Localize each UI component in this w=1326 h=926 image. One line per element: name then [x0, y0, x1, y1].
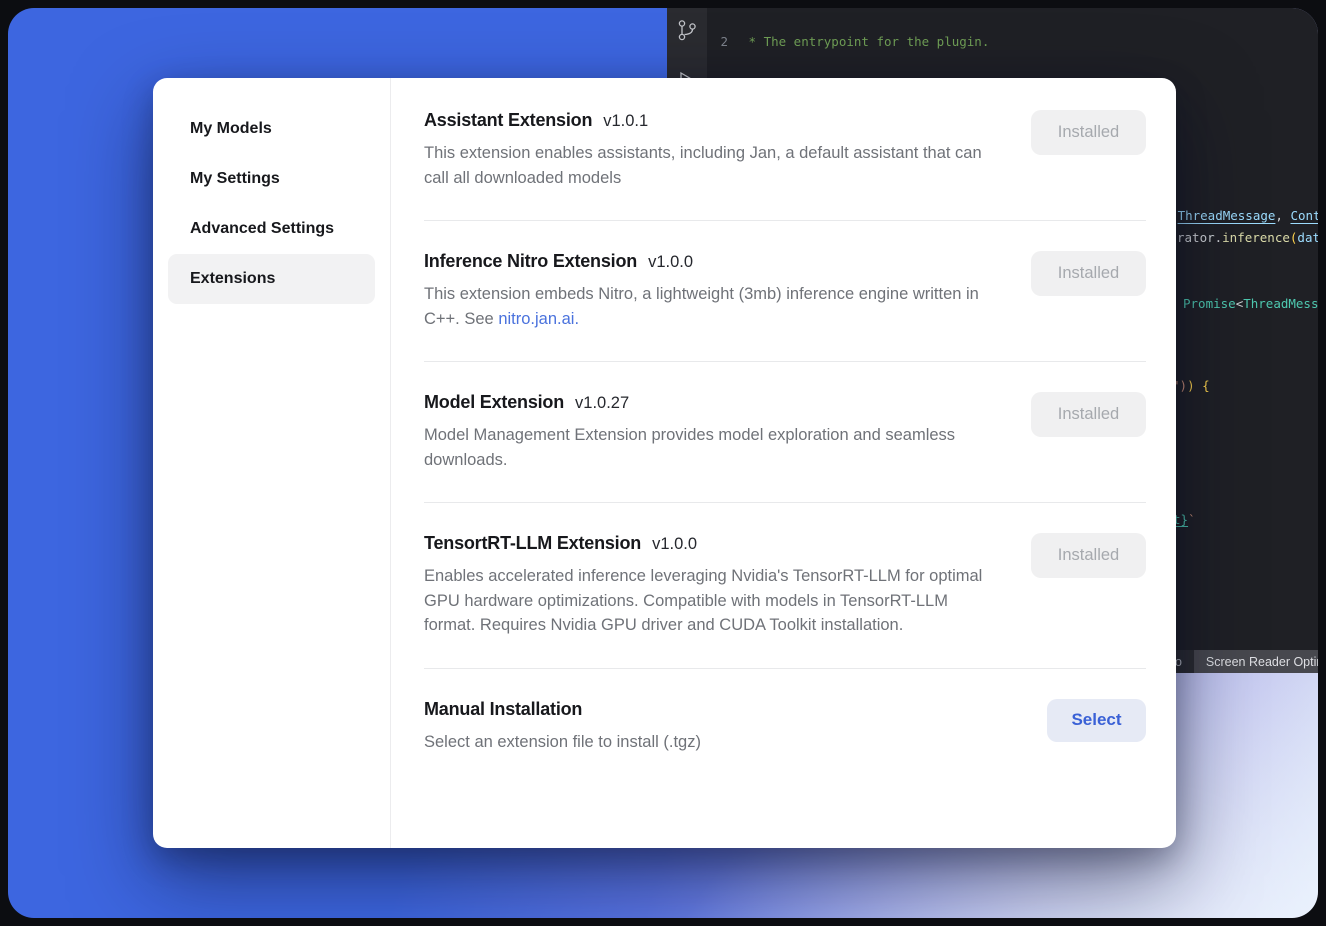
extension-row-manual-install: Manual Installation Select an extension … — [424, 669, 1146, 785]
extension-title: Assistant Extension — [424, 110, 592, 131]
extension-description: This extension enables assistants, inclu… — [424, 141, 1002, 190]
extension-row-nitro: Inference Nitro Extension v1.0.0 This ex… — [424, 221, 1146, 362]
extension-description: Select an extension file to install (.tg… — [424, 730, 701, 755]
line-number: 2 — [707, 35, 741, 50]
installed-button[interactable]: Installed — [1031, 392, 1146, 437]
extension-title-line: Inference Nitro Extension v1.0.0 — [424, 251, 1002, 272]
extension-info: Assistant Extension v1.0.1 This extensio… — [424, 110, 1002, 190]
sidebar-item-advanced-settings[interactable]: Advanced Settings — [168, 204, 375, 254]
extension-row-assistant: Assistant Extension v1.0.1 This extensio… — [424, 78, 1146, 221]
extension-info: Manual Installation Select an extension … — [424, 699, 701, 755]
extension-info: Inference Nitro Extension v1.0.0 This ex… — [424, 251, 1002, 331]
settings-modal: My Models My Settings Advanced Settings … — [153, 78, 1176, 848]
sidebar-item-my-models[interactable]: My Models — [168, 104, 375, 154]
extension-row-model: Model Extension v1.0.27 Model Management… — [424, 362, 1146, 503]
extension-info: TensortRT-LLM Extension v1.0.0 Enables a… — [424, 533, 1002, 638]
code-line: 2 * The entrypoint for the plugin. — [707, 35, 1318, 50]
code-fragment: ")) { — [1172, 378, 1210, 393]
extension-description: Enables accelerated inference leveraging… — [424, 564, 1002, 638]
extension-version: v1.0.0 — [652, 535, 697, 554]
sidebar-item-my-settings[interactable]: My Settings — [168, 154, 375, 204]
extension-title-line: Model Extension v1.0.27 — [424, 392, 1002, 413]
code-fragment: rator.inference(data)); — [1177, 230, 1318, 245]
hero-background: 2 * The entrypoint for the plugin. 3 */ … — [8, 8, 1318, 918]
extension-title-line: TensortRT-LLM Extension v1.0.0 — [424, 533, 1002, 554]
code-text: * The entrypoint for the plugin. — [741, 35, 989, 50]
extension-description: This extension embeds Nitro, a lightweig… — [424, 282, 1002, 331]
code-fragment: Promise<ThreadMessage> — [1183, 296, 1318, 311]
sidebar-item-extensions[interactable]: Extensions — [168, 254, 375, 304]
screen-reader-status-tab: Screen Reader Optimized — [1194, 650, 1318, 673]
extension-info: Model Extension v1.0.27 Model Management… — [424, 392, 1002, 472]
settings-sidebar: My Models My Settings Advanced Settings … — [153, 78, 391, 848]
code-fragment: t}` — [1173, 512, 1196, 527]
extension-title: TensortRT-LLM Extension — [424, 533, 641, 554]
nitro-jan-ai-link[interactable]: nitro.jan.ai. — [498, 310, 579, 328]
extension-version: v1.0.1 — [603, 112, 648, 131]
extension-title: Model Extension — [424, 392, 564, 413]
extension-row-tensorrt: TensortRT-LLM Extension v1.0.0 Enables a… — [424, 503, 1146, 669]
extension-title-line: Manual Installation — [424, 699, 701, 720]
extension-version: v1.0.27 — [575, 394, 629, 413]
extension-title-line: Assistant Extension v1.0.1 — [424, 110, 1002, 131]
extension-description: Model Management Extension provides mode… — [424, 423, 1002, 472]
select-file-button[interactable]: Select — [1047, 699, 1146, 742]
extensions-list: Assistant Extension v1.0.1 This extensio… — [391, 78, 1176, 848]
extension-title: Manual Installation — [424, 699, 582, 720]
extension-title: Inference Nitro Extension — [424, 251, 637, 272]
installed-button[interactable]: Installed — [1031, 110, 1146, 155]
installed-button[interactable]: Installed — [1031, 251, 1146, 296]
installed-button[interactable]: Installed — [1031, 533, 1146, 578]
extension-version: v1.0.0 — [648, 253, 693, 272]
source-control-icon — [675, 18, 699, 47]
